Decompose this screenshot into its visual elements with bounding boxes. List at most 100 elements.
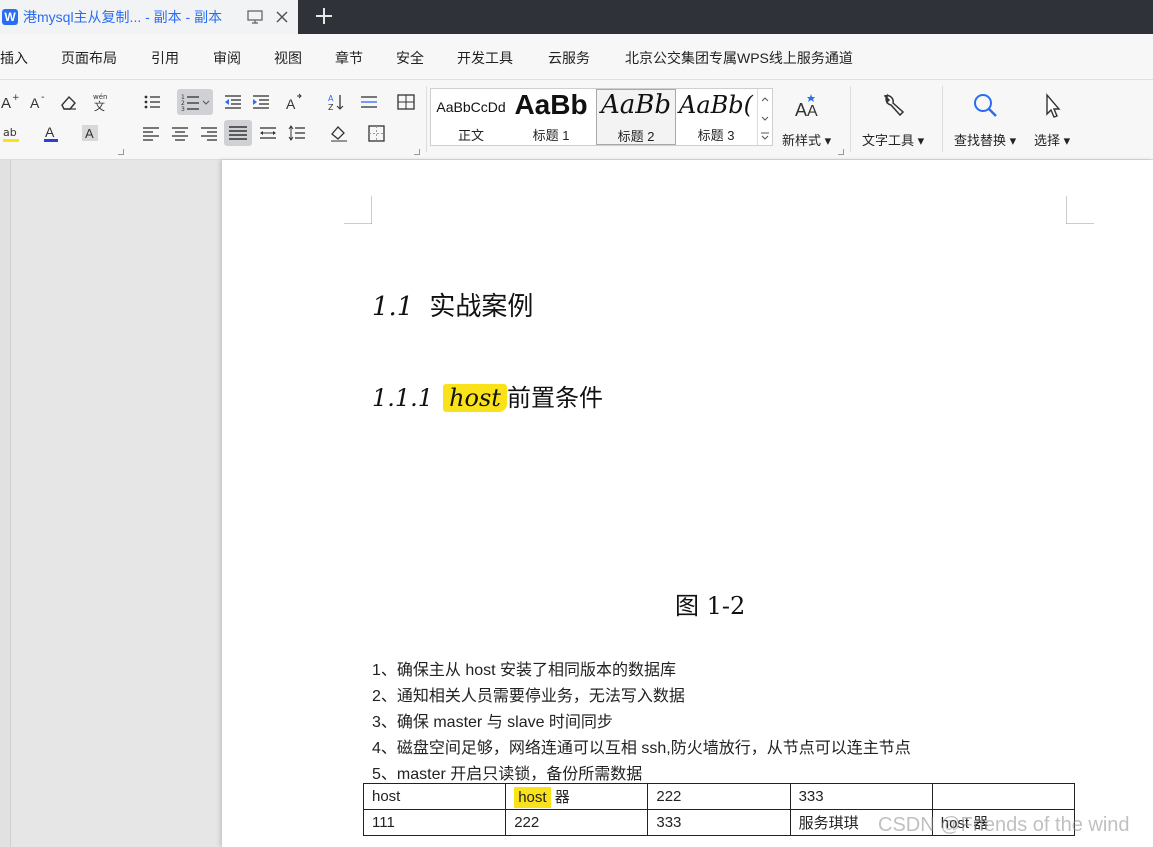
numbered-list-icon[interactable]: 123 xyxy=(177,89,213,115)
paragraph[interactable]: 4、磁盘空间足够，网络连通可以互相 ssh,防火墙放行，从节点可以连主节点 xyxy=(372,734,911,758)
new-style-icon: A A xyxy=(795,94,818,120)
line-spacing-icon[interactable] xyxy=(358,91,380,113)
select-button[interactable]: 选择 ▾ xyxy=(1034,92,1070,149)
decrease-indent-icon[interactable] xyxy=(222,91,244,113)
wrench-icon xyxy=(883,93,905,117)
bulleted-list-icon[interactable] xyxy=(142,91,164,113)
highlighted-text: host xyxy=(443,384,507,412)
style-heading-1-label: 标题 1 xyxy=(532,128,570,143)
chevron-up-icon xyxy=(761,97,769,102)
style-normal-preview: AaBbCcDd xyxy=(436,99,506,115)
menu-insert[interactable]: 插入 xyxy=(0,48,28,68)
table-cell-text: 器 xyxy=(550,789,570,806)
menu-developer-tools[interactable]: 开发工具 xyxy=(457,48,513,68)
wps-writer-logo-icon: W xyxy=(2,9,18,25)
table-cell[interactable]: 333 xyxy=(647,809,791,836)
highlight-color-icon[interactable]: ab xyxy=(2,122,24,144)
justify-icon[interactable] xyxy=(224,120,252,146)
svg-text:A: A xyxy=(795,100,807,120)
svg-text:+: + xyxy=(12,93,20,103)
align-right-icon[interactable] xyxy=(198,122,220,144)
menu-security[interactable]: 安全 xyxy=(396,48,424,68)
distributed-align-icon[interactable] xyxy=(257,122,279,144)
menu-chapter[interactable]: 章节 xyxy=(335,48,363,68)
table-cell[interactable]: 222 xyxy=(505,809,649,836)
table-cell[interactable]: 222 xyxy=(647,783,791,810)
menu-view[interactable]: 视图 xyxy=(274,48,302,68)
paragraph-dialog-launcher[interactable] xyxy=(414,149,420,155)
paragraph-spacing-icon[interactable] xyxy=(286,122,308,144)
close-icon[interactable] xyxy=(275,10,289,24)
search-icon xyxy=(974,94,997,117)
text-direction-icon[interactable]: A xyxy=(283,91,305,113)
style-heading-2[interactable]: AaBb 标题 2 xyxy=(596,89,676,145)
style-normal[interactable]: AaBbCcDd 正文 xyxy=(431,89,511,145)
document-tab-title: 港mysql主从复制... - 副本 - 副本 xyxy=(23,9,223,25)
find-replace-button[interactable]: 查找替换 ▾ xyxy=(954,92,1016,149)
new-style-button[interactable]: A A 新样式 ▾ xyxy=(782,92,831,149)
table-cell[interactable]: host xyxy=(362,783,507,810)
table-cell[interactable]: host 器 xyxy=(505,783,649,810)
grow-font-icon[interactable]: A + xyxy=(0,91,22,113)
font-color-icon[interactable]: A xyxy=(42,122,64,144)
left-navigation-pane xyxy=(0,160,11,847)
heading-1-text: 实战案例 xyxy=(429,292,534,322)
document-tab[interactable]: W 港mysql主从复制... - 副本 - 副本 xyxy=(0,0,298,34)
menu-references[interactable]: 引用 xyxy=(151,48,179,68)
shrink-font-icon[interactable]: A- xyxy=(29,91,51,113)
svg-text:ab: ab xyxy=(3,126,17,139)
styles-dialog-launcher[interactable] xyxy=(838,149,844,155)
chevron-down-icon xyxy=(761,116,769,121)
heading-2[interactable]: 1.1.1 host 前置条件 xyxy=(372,378,603,413)
svg-text:A: A xyxy=(85,126,94,141)
select-label: 选择 xyxy=(1034,133,1061,148)
paragraph[interactable]: 5、master 开启只读锁，备份所需数据 xyxy=(372,760,642,784)
character-shading-icon[interactable]: A xyxy=(80,122,102,144)
new-style-label: 新样式 xyxy=(782,133,822,148)
svg-text:A: A xyxy=(286,96,296,112)
text-tools-button[interactable]: 文字工具 ▾ xyxy=(862,92,924,149)
figure-caption[interactable]: 图 1-2 xyxy=(675,586,745,621)
paragraph[interactable]: 3、确保 master 与 slave 时间同步 xyxy=(372,708,613,732)
menu-review[interactable]: 审阅 xyxy=(213,48,241,68)
highlighted-text: host xyxy=(514,787,551,808)
expand-icon xyxy=(761,135,769,140)
sort-icon[interactable]: AZ xyxy=(325,91,347,113)
menu-page-layout[interactable]: 页面布局 xyxy=(61,48,117,68)
style-gallery: AaBbCcDd 正文 AaBb 标题 1 AaBb 标题 2 AaBb( 标题… xyxy=(430,88,773,146)
style-heading-3-label: 标题 3 xyxy=(697,128,735,143)
phonetic-guide-icon[interactable]: wén 文 xyxy=(90,91,112,113)
style-heading-1[interactable]: AaBb 标题 1 xyxy=(511,89,591,145)
table-cell[interactable]: 111 xyxy=(362,809,507,836)
align-center-icon[interactable] xyxy=(169,122,191,144)
style-heading-1-preview: AaBb xyxy=(514,89,588,120)
table-row: host host 器 222 333 xyxy=(362,783,1076,810)
table-cell[interactable] xyxy=(931,783,1076,810)
paragraph[interactable]: 1、确保主从 host 安装了相同版本的数据库 xyxy=(372,656,676,680)
plus-icon[interactable] xyxy=(314,6,334,26)
style-heading-3[interactable]: AaBb( 标题 3 xyxy=(676,89,756,145)
svg-text:-: - xyxy=(41,92,45,103)
paragraph[interactable]: 2、通知相关人员需要停业务，无法写入数据 xyxy=(372,682,685,706)
menu-wps-service-channel[interactable]: 北京公交集团专属WPS线上服务通道 xyxy=(625,48,853,68)
table-borders-icon[interactable] xyxy=(395,91,417,113)
heading-1[interactable]: 1.1 实战案例 xyxy=(372,286,533,323)
align-left-icon[interactable] xyxy=(140,122,162,144)
toolbar-separator xyxy=(426,86,427,152)
increase-indent-icon[interactable] xyxy=(250,91,272,113)
style-normal-label: 正文 xyxy=(457,128,484,143)
borders-icon[interactable] xyxy=(366,122,388,144)
svg-text:文: 文 xyxy=(94,99,105,113)
ribbon-menu-bar: 插入 页面布局 引用 审阅 视图 章节 安全 开发工具 云服务 北京公交集团专属… xyxy=(0,34,1153,80)
style-heading-2-preview: AaBb xyxy=(600,90,672,120)
font-dialog-launcher[interactable] xyxy=(118,149,124,155)
menu-cloud-services[interactable]: 云服务 xyxy=(548,48,590,68)
display-icon[interactable] xyxy=(247,10,263,24)
style-gallery-scroller[interactable] xyxy=(757,89,772,145)
table-cell[interactable]: 333 xyxy=(789,783,933,810)
text-tools-label: 文字工具 xyxy=(862,133,915,148)
eraser-icon[interactable] xyxy=(58,91,80,113)
svg-text:A: A xyxy=(1,95,11,112)
crop-mark-top-right xyxy=(1066,196,1094,224)
paragraph-shading-icon[interactable] xyxy=(328,122,350,144)
